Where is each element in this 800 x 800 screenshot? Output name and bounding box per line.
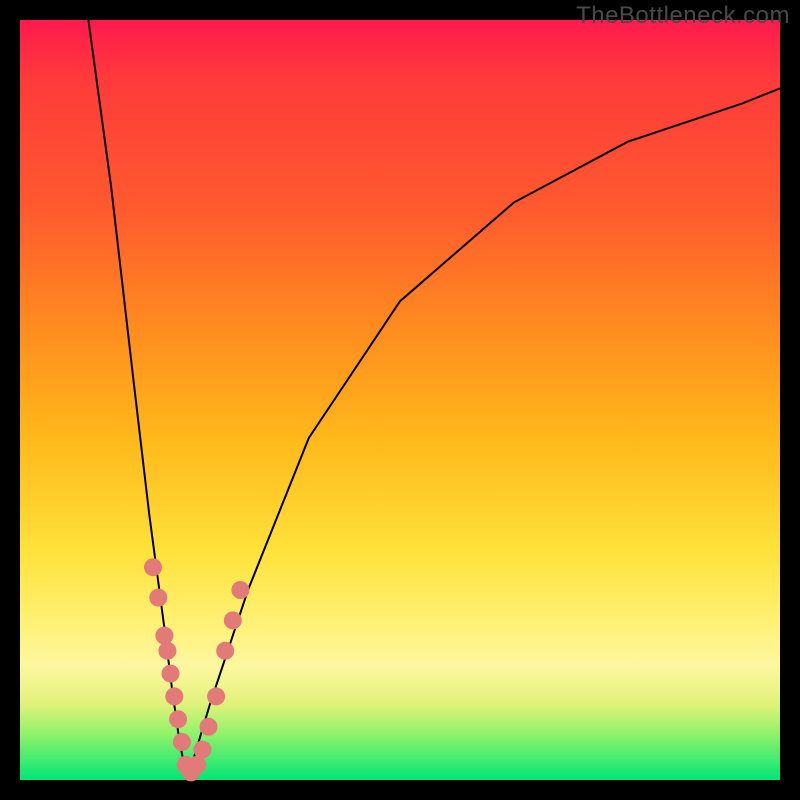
data-dot (200, 718, 218, 736)
watermark-text: TheBottleneck.com (576, 2, 790, 30)
data-dot (231, 581, 249, 599)
data-dot (216, 642, 234, 660)
data-dot (169, 710, 187, 728)
data-dot (149, 589, 167, 607)
data-dot (162, 665, 180, 683)
data-dots-group (144, 558, 249, 781)
data-dot (207, 687, 225, 705)
chart-svg (20, 20, 780, 780)
data-dot (224, 611, 242, 629)
data-dot (155, 627, 173, 645)
outer-frame: TheBottleneck.com (0, 0, 800, 800)
data-dot (193, 741, 211, 759)
data-dot (165, 687, 183, 705)
data-dot (144, 558, 162, 576)
plot-area (20, 20, 780, 780)
data-dot (158, 642, 176, 660)
curve-right-branch (187, 88, 780, 780)
data-dot (173, 733, 191, 751)
